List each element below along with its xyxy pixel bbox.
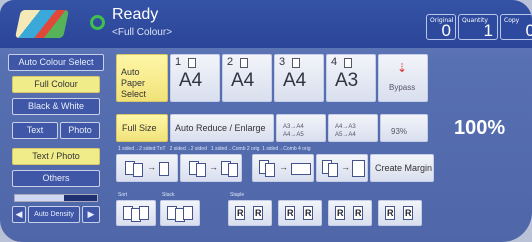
auto-reduce-enlarge-button[interactable]: Auto Reduce / Enlarge	[170, 114, 274, 142]
bypass-icon: ⇣	[397, 61, 408, 75]
tray-icon	[188, 58, 196, 68]
page-icon	[228, 163, 238, 177]
arrow-icon: →	[279, 162, 288, 172]
staple-option-2-button[interactable]: R R	[278, 200, 322, 226]
preset-enlarge-button[interactable]: A4→A3 A5→A4	[328, 114, 378, 142]
auto-colour-select-button[interactable]: Auto Colour Select	[8, 54, 104, 71]
tray-3-button[interactable]: 3 A4	[274, 54, 324, 102]
page-icon	[133, 163, 143, 177]
duplex-1to2-button[interactable]: →	[116, 154, 178, 182]
quantity-counter: Quantity 1	[458, 14, 498, 40]
full-size-button[interactable]: Full Size	[116, 114, 168, 142]
staple-label: Staple	[230, 192, 245, 198]
combine-2-button[interactable]: →	[252, 154, 314, 182]
ready-status-icon	[90, 15, 105, 30]
others-button[interactable]: Others	[12, 170, 100, 187]
stack-button[interactable]	[160, 200, 200, 226]
auto-density-button[interactable]: Auto Density	[28, 206, 80, 223]
tray-2-button[interactable]: 2 A4	[222, 54, 272, 102]
create-margin-button[interactable]: Create Margin	[370, 154, 434, 182]
duplex-2to2-button[interactable]: →	[180, 154, 242, 182]
duplex-labels: 1 sided→2 sided:TnT 2 sided→2 sided 1 si…	[118, 146, 311, 152]
page-icon	[196, 163, 206, 177]
density-scale	[14, 194, 98, 202]
black-white-button[interactable]: Black & White	[12, 98, 100, 115]
sort-button[interactable]	[116, 200, 156, 226]
copy-counter: Copy 0	[500, 14, 532, 40]
colour-mode-text: <Full Colour>	[112, 27, 173, 38]
header-bar: Ready <Full Colour> Original 0 Quantity …	[0, 0, 532, 48]
colour-logo-icon	[15, 10, 69, 38]
page-icon	[328, 163, 338, 177]
text-button[interactable]: Text	[12, 122, 58, 139]
density-right-arrow-icon[interactable]: ▶	[82, 206, 100, 223]
tray-icon	[344, 58, 352, 68]
tray-icon	[240, 58, 248, 68]
staple-option-1-button[interactable]: R R	[228, 200, 272, 226]
preset-reduce-button[interactable]: A3→A4 A4→A5	[276, 114, 326, 142]
arrow-icon: →	[341, 162, 350, 172]
status-text: Ready	[112, 6, 159, 23]
tray-1-button[interactable]: 1 A4	[170, 54, 220, 102]
photo-button[interactable]: Photo	[60, 122, 100, 139]
copier-screen: Ready <Full Colour> Original 0 Quantity …	[0, 0, 532, 242]
tray-4-button[interactable]: 4 A3	[326, 54, 376, 102]
ratio-93-button[interactable]: 93%	[380, 114, 428, 142]
auto-paper-select-button[interactable]: Auto Paper Select	[116, 54, 168, 102]
stack-label: Stack	[162, 192, 175, 198]
page-icon	[265, 163, 275, 177]
page-stack-icon	[139, 206, 149, 220]
density-left-arrow-icon[interactable]: ◀	[12, 206, 26, 223]
sort-label: Sort	[118, 192, 128, 198]
staple-option-3-button[interactable]: R R	[328, 200, 372, 226]
combine-4-button[interactable]: →	[316, 154, 368, 182]
full-colour-button[interactable]: Full Colour	[12, 76, 100, 93]
combined-page-icon	[291, 163, 311, 175]
arrow-icon: →	[209, 162, 218, 172]
text-photo-button[interactable]: Text / Photo	[12, 148, 100, 165]
bypass-button[interactable]: ⇣ Bypass	[378, 54, 428, 102]
current-zoom-value: 100%	[454, 117, 506, 139]
page-icon	[159, 162, 169, 176]
tray-icon	[292, 58, 300, 68]
combined-page-icon	[352, 160, 365, 177]
original-counter: Original 0	[426, 14, 456, 40]
staple-option-4-button[interactable]: R R	[378, 200, 422, 226]
arrow-icon: →	[147, 162, 156, 172]
page-stack-icon	[183, 206, 193, 220]
